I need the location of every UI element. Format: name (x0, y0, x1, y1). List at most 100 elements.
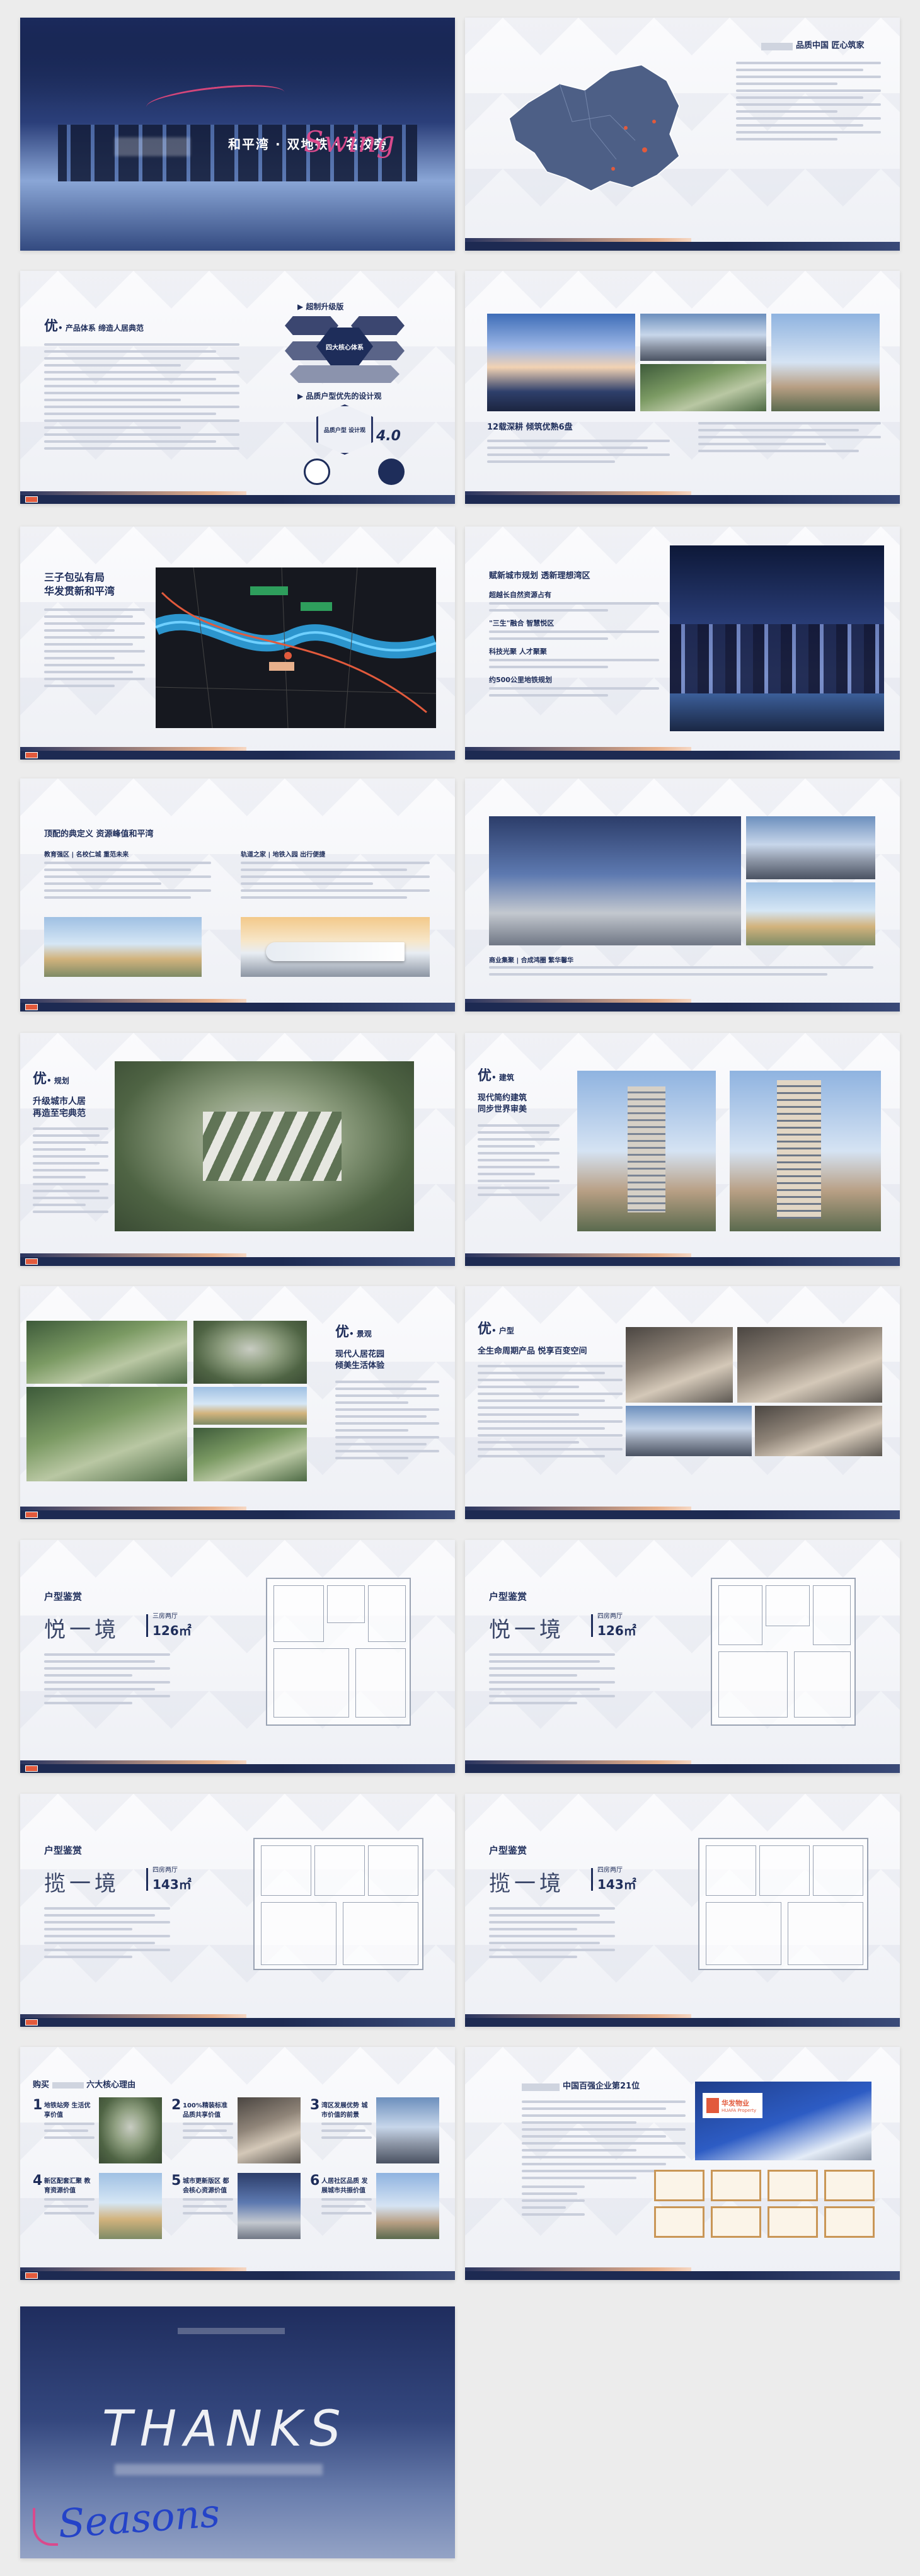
kicker-char: 优 (478, 1068, 492, 1084)
floorplan-drawing (698, 1838, 868, 1970)
plan-type: 四房两厅 (597, 1867, 623, 1874)
kicker-sub: • 规划 (47, 1076, 69, 1085)
bay-skyline-photo (670, 545, 884, 731)
projects-title: 12载深耕 倾筑优熟6盘 (487, 423, 573, 432)
landscape-photo-2 (193, 1321, 307, 1384)
landscape-photo-5 (193, 1428, 307, 1481)
page-floorplan-2: 户型鉴赏 悦一境 四房两厅 126㎡ (465, 1540, 900, 1773)
kicker-char: 优 (478, 1321, 492, 1337)
floorplan-drawing (711, 1578, 856, 1726)
blurred-brand (52, 2082, 84, 2089)
plan-label: 户型鉴赏 (489, 1845, 527, 1856)
floorplan-drawing (266, 1578, 411, 1726)
floorplan-drawing (253, 1838, 423, 1970)
brand-logo (706, 2098, 719, 2113)
kicker-sub: • 建筑 (492, 1073, 514, 1082)
school-photo (44, 917, 202, 977)
page-architecture: 优• 建筑 现代简约建筑 同步世界审美 (465, 1033, 900, 1266)
office-sign-sub: HUAFA Property (722, 2108, 757, 2113)
plan-name: 悦一境 (44, 1617, 120, 1643)
rail-label: 轨道之家 | 地铁入园 出行便捷 (241, 852, 326, 858)
certificate (768, 2206, 818, 2238)
certificate (711, 2206, 761, 2238)
seal-icon-2 (378, 459, 405, 485)
plan-area: 143㎡ (597, 1877, 636, 1892)
plan-type: 三房两厅 (152, 1613, 178, 1620)
plan-area: 126㎡ (597, 1623, 636, 1638)
planning-item: 科技光聚 人才聚聚 (489, 647, 547, 656)
mall-photo-3 (746, 882, 875, 945)
aerial-rendering (115, 1061, 414, 1231)
page-education-rail: 顶配的典定义 资源峰值和平湾 教育强区 | 名校仁城 重范未来 轨道之家 | 地… (20, 778, 455, 1012)
mall-photo-2 (746, 816, 875, 879)
architecture-title-2: 同步世界审美 (478, 1104, 527, 1114)
reasons-title-suffix: 六大核心理由 (86, 2080, 136, 2090)
plan-area: 143㎡ (152, 1877, 192, 1892)
architecture-title-1: 现代简约建筑 (478, 1093, 527, 1103)
location-title-2: 华发贯新和平湾 (44, 584, 115, 597)
blurred-logo (178, 2328, 285, 2334)
page-brand-map: 品质中国 匠心筑家 (465, 18, 900, 251)
blurred-logo (115, 137, 190, 156)
reasons-grid: 1 地铁站旁 生活优享价值 2 100%精装标准 品质共享价值 3 湾区发展优势… (33, 2097, 442, 2248)
version-number: 4.0 (376, 428, 401, 444)
tower-photo-2 (730, 1071, 881, 1231)
hex-top-label: 超制升级版 (306, 302, 344, 311)
kicker-sub: • 景观 (349, 1330, 372, 1338)
location-title-1: 三子包弘有局 (44, 571, 105, 583)
page-six-reasons: 购买 六大核心理由 1 地铁站旁 生活优享价值 2 100%精装标准 品质共享价… (20, 2047, 455, 2280)
interior-photo-4 (755, 1406, 882, 1456)
page-floorplan-4: 户型鉴赏 揽一境 四房两厅 143㎡ (465, 1794, 900, 2027)
certificate (654, 2170, 704, 2201)
blurred-subtitle (115, 2464, 323, 2475)
page-unit-layout: 优• 户型 全生命周期产品 悦享百变空间 (465, 1286, 900, 1519)
reason-item: 5 城市更新版区 都会核心资源价值 (171, 2173, 304, 2242)
page-projects: 12载深耕 倾筑优熟6盘 (465, 271, 900, 504)
plan-label: 户型鉴赏 (489, 1591, 527, 1602)
thanks-page: THANKS Seasons (20, 2306, 455, 2558)
page-product-system: 优• 产品体系 缔造人居典范 ▶ 超制升级版 四大核心体系 ▶ 品质户型优先的设… (20, 271, 455, 504)
project-photo-2 (640, 314, 766, 361)
page-company: 中国百强企业第21位 华发物业 HUAFA Property (465, 2047, 900, 2280)
kicker-char: 优 (33, 1071, 47, 1087)
blurred-brand (761, 43, 793, 50)
planning-item: 超越长自然资源占有 (489, 591, 551, 599)
certificate (711, 2170, 761, 2201)
unit-title: 全生命周期产品 悦享百变空间 (478, 1347, 587, 1356)
mall-photo-main (489, 816, 741, 945)
office-sign: 华发物业 HUAFA Property (703, 2093, 762, 2118)
plan-name: 揽一境 (489, 1871, 565, 1896)
page-landscape: 优• 景观 现代人居花园 倾美生活体验 (20, 1286, 455, 1519)
china-map (509, 64, 680, 191)
kicker-char: 优 (335, 1325, 350, 1340)
tower-photo-1 (577, 1071, 716, 1231)
page-city-planning: 赋新城市规划 透新理想湾区 超越长自然资源占有 "三生"融合 智慧悦区 科技光聚… (465, 527, 900, 760)
page-floorplan-3: 户型鉴赏 揽一境 四房两厅 143㎡ (20, 1794, 455, 2027)
kicker-sub: • 户型 (492, 1326, 514, 1335)
reason-item: 6 人居社区品质 发展城市共振价值 (310, 2173, 442, 2242)
company-title: 中国百强企业第21位 (563, 2082, 640, 2091)
interior-photo-2 (737, 1327, 882, 1403)
reason-item: 2 100%精装标准 品质共享价值 (171, 2097, 304, 2167)
reasons-title-prefix: 购买 (33, 2080, 50, 2090)
product-description (44, 343, 239, 450)
kicker-sub: • 产品体系 缔造人居典范 (58, 324, 144, 333)
certificates (654, 2170, 881, 2239)
page-location-map: 三子包弘有局 华发贯新和平湾 (20, 527, 455, 760)
office-sign-text: 华发物业 (722, 2099, 749, 2107)
page-site-planning: 优• 规划 升级城市人居 再造至宅典范 (20, 1033, 455, 1266)
plan-type: 四房两厅 (597, 1613, 623, 1620)
planning-title-1: 升级城市人居 (33, 1097, 86, 1107)
landscape-photo-3 (26, 1387, 187, 1481)
commerce-label: 商业集聚 | 合成鸿圈 繁华馨华 (489, 957, 574, 964)
plan-label: 户型鉴赏 (44, 1845, 83, 1856)
certificate (824, 2170, 875, 2201)
train-photo (241, 917, 430, 977)
plan-name: 揽一境 (44, 1871, 120, 1896)
cover-script: Swing (304, 125, 395, 159)
brand-description (736, 62, 881, 140)
planning-title-2: 再造至宅典范 (33, 1108, 86, 1119)
brand-title: 品质中国 匠心筑家 (796, 41, 865, 50)
certificate (654, 2206, 704, 2238)
reason-item: 4 新区配套汇聚 教育资源价值 (33, 2173, 165, 2242)
